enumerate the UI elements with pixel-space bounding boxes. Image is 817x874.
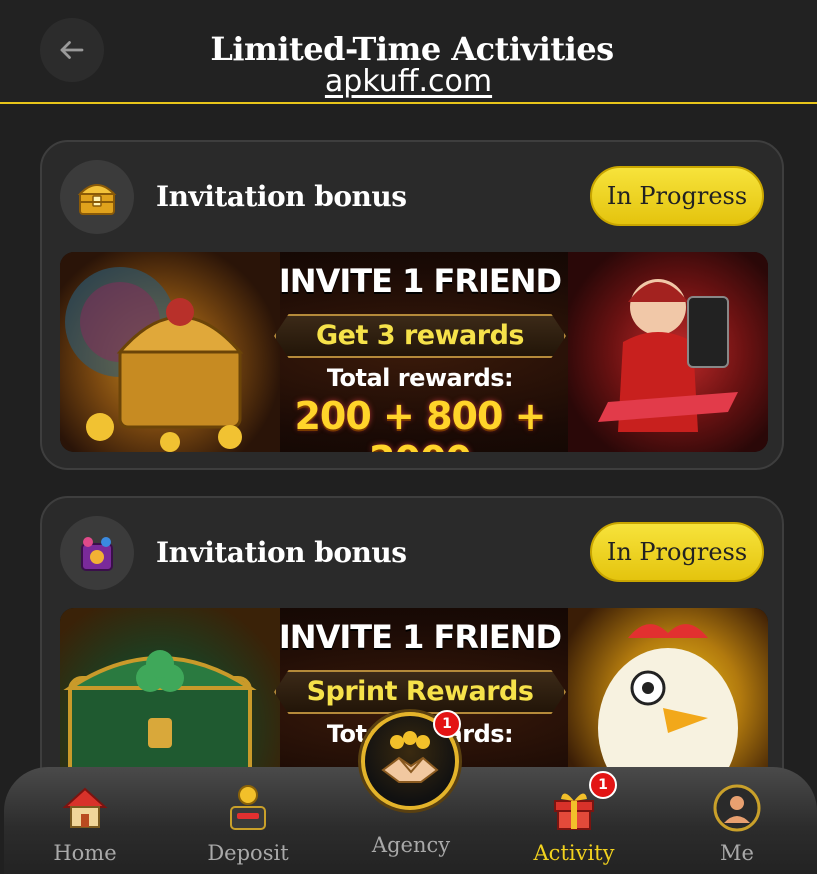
watermark-link[interactable]: apkuff.com xyxy=(0,64,817,99)
house-icon xyxy=(58,781,112,835)
in-progress-button[interactable]: In Progress xyxy=(590,166,764,226)
nav-item-home[interactable]: Home xyxy=(30,781,140,865)
banner-ribbon: Sprint Rewards xyxy=(274,670,566,714)
deposit-icon xyxy=(221,781,275,835)
nav-label: Deposit xyxy=(207,841,289,865)
pilot-illustration xyxy=(568,252,768,452)
invite-banner[interactable]: INVITE 1 FRIEND Get 3 rewards Total rewa… xyxy=(60,252,768,452)
page-title: Limited-Time Activities xyxy=(210,30,614,68)
nav-item-activity[interactable]: 1 Activity xyxy=(519,771,629,865)
activity-title: Invitation bonus xyxy=(156,180,407,213)
nav-label: Activity xyxy=(533,841,615,865)
in-progress-button[interactable]: In Progress xyxy=(590,522,764,582)
banner-headline: INVITE 1 FRIEND xyxy=(278,618,562,656)
avatar-icon xyxy=(710,781,764,835)
treasure-illustration xyxy=(60,252,280,452)
nav-label: Home xyxy=(53,841,117,865)
activities-page: Limited-Time Activities apkuff.com Invit… xyxy=(0,0,817,874)
agency-button[interactable]: 1 xyxy=(361,710,461,810)
activity-title: Invitation bonus xyxy=(156,536,407,569)
nav-item-deposit[interactable]: Deposit xyxy=(193,781,303,865)
banner-ribbon: Get 3 rewards xyxy=(274,314,566,358)
banner-headline: INVITE 1 FRIEND xyxy=(278,262,562,300)
nav-item-agency[interactable]: Agency xyxy=(356,827,466,857)
gem-box-icon xyxy=(60,516,134,590)
nav-label: Agency xyxy=(371,833,451,857)
banner-text: INVITE 1 FRIEND Get 3 rewards Total rewa… xyxy=(270,252,570,452)
treasure-chest-icon xyxy=(60,160,134,234)
activity-badge: 1 xyxy=(589,771,617,799)
header: Limited-Time Activities apkuff.com xyxy=(0,0,817,104)
gift-icon: 1 xyxy=(547,771,617,835)
banner-subline: Total rewards: xyxy=(326,364,514,392)
agency-badge: 1 xyxy=(433,710,461,738)
nav-item-me[interactable]: Me xyxy=(682,781,792,865)
handshake-icon xyxy=(381,731,439,783)
nav-label: Me xyxy=(720,841,754,865)
activity-card[interactable]: Invitation bonus In Progress INVITE 1 FR… xyxy=(40,140,784,470)
banner-amounts: 200 + 800 + 2000 xyxy=(294,394,546,452)
